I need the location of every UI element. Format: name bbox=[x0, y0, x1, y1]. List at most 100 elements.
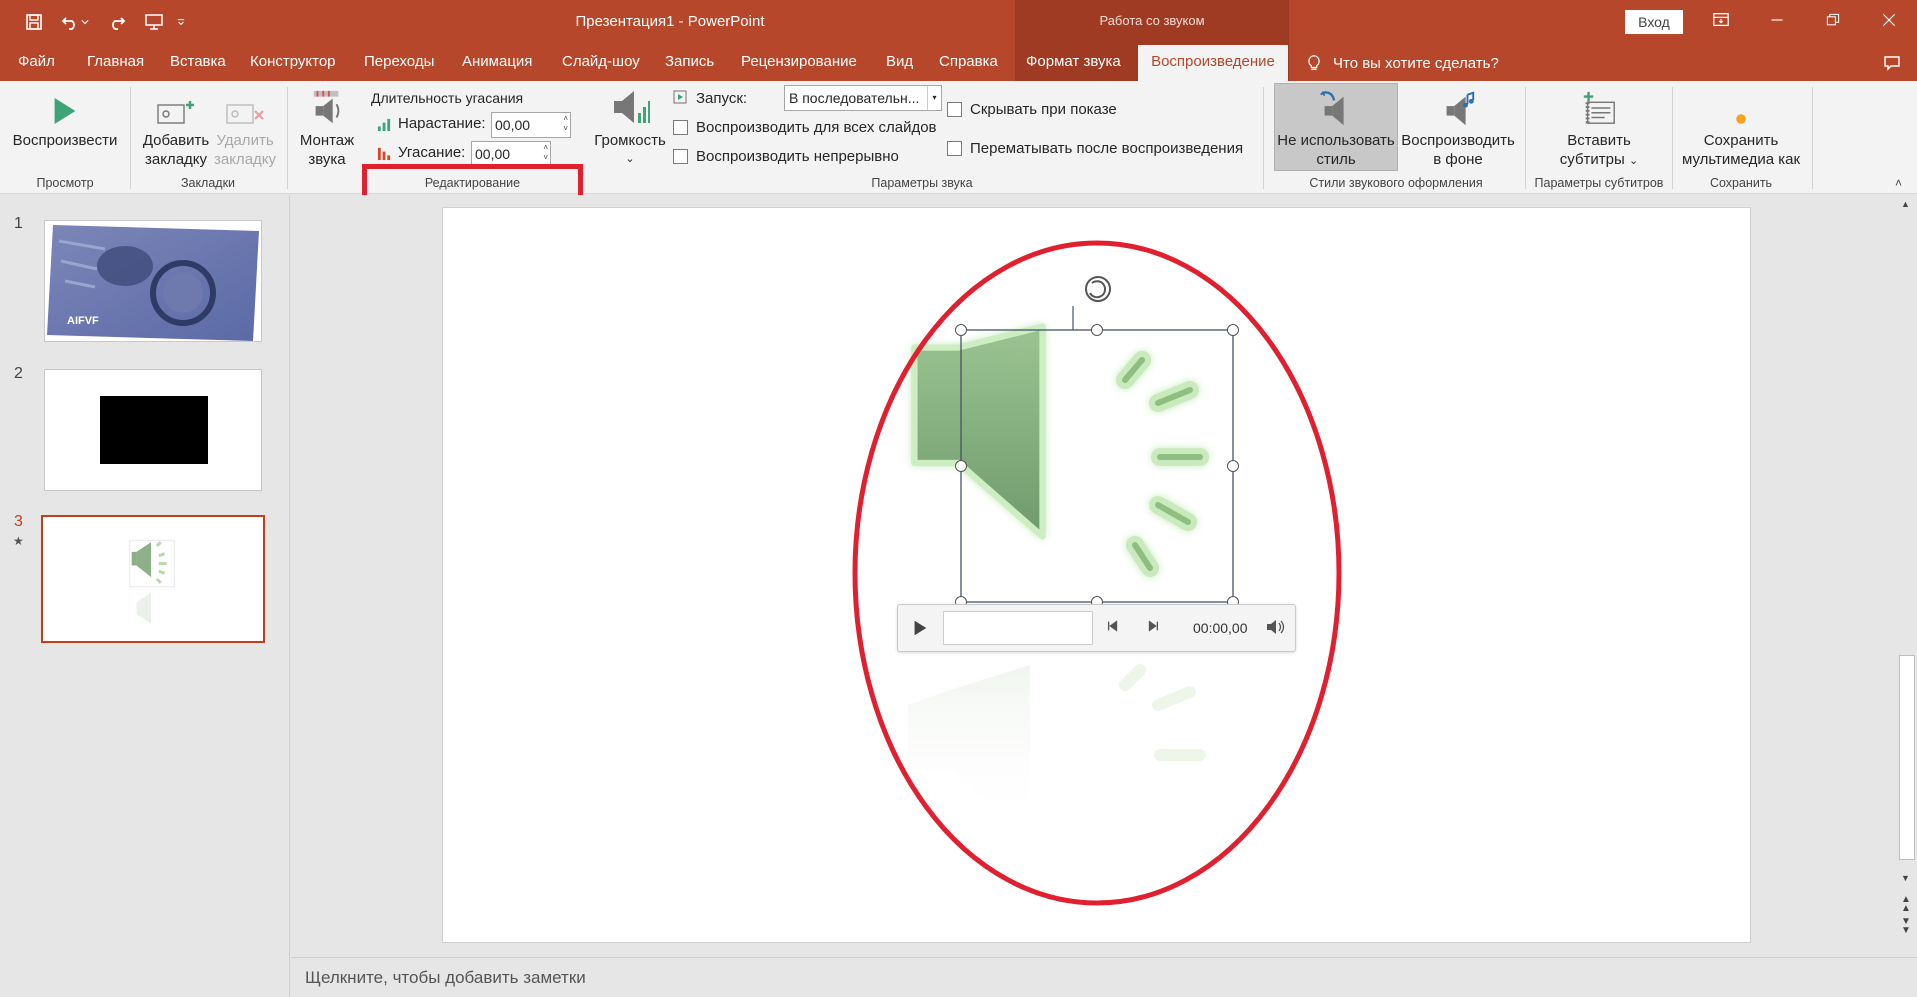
remove-bookmark-label-1: Удалить bbox=[216, 132, 274, 149]
no-style-label-1: Не использовать bbox=[1277, 132, 1395, 149]
tab-design[interactable]: Конструктор bbox=[250, 45, 336, 81]
play-in-background-label-2: в фоне bbox=[1433, 151, 1483, 168]
restore-icon[interactable] bbox=[1805, 0, 1861, 40]
play-button[interactable]: Воспроизвести bbox=[8, 85, 122, 150]
spinner-arrows-icon[interactable]: ˄ ˅ bbox=[563, 114, 568, 134]
checkbox-icon bbox=[673, 120, 688, 135]
tab-animations[interactable]: Анимация bbox=[462, 45, 532, 81]
dropdown-arrow-icon: ▾ bbox=[927, 86, 941, 110]
tab-record[interactable]: Запись bbox=[665, 45, 714, 81]
previous-slide-icon[interactable]: ▲ ▲ bbox=[1901, 895, 1911, 914]
insert-captions-button[interactable]: Вставить субтитры ⌄ bbox=[1532, 85, 1666, 171]
highlight-ellipse bbox=[852, 240, 1342, 906]
ribbon-tabs: Файл Главная Вставка Конструктор Переход… bbox=[0, 45, 1917, 81]
animation-star-icon: ★ bbox=[13, 534, 24, 548]
trim-audio-button[interactable]: Монтаж звука bbox=[293, 85, 361, 169]
loop-checkbox[interactable]: Воспроизводить непрерывно bbox=[673, 148, 899, 165]
divider bbox=[1525, 87, 1526, 189]
slide-number: 2 bbox=[14, 365, 23, 382]
next-slide-icon[interactable]: ▼ ▼ bbox=[1901, 917, 1911, 936]
no-style-icon bbox=[1320, 91, 1344, 126]
trim-audio-label-1: Монтаж bbox=[299, 132, 355, 149]
scroll-up-icon[interactable]: ▲ bbox=[1901, 199, 1910, 209]
group-bookmarks-label: Закладки bbox=[180, 176, 236, 190]
minimize-icon[interactable] bbox=[1749, 0, 1805, 40]
volume-label: Громкость bbox=[594, 132, 666, 149]
save-media-as-button[interactable]: Сохранить мультимедиа как bbox=[1676, 85, 1806, 169]
sign-in-button[interactable]: Вход bbox=[1625, 10, 1683, 34]
slide-3-audio-icon bbox=[129, 539, 175, 624]
play-in-background-button[interactable]: Воспроизводить в фоне bbox=[1398, 85, 1518, 169]
volume-button[interactable]: Громкость ⌄ bbox=[588, 85, 672, 169]
fade-in-spinner[interactable]: 00,00 ˄ ˅ bbox=[491, 112, 571, 138]
slide-thumbnail-1[interactable]: AIFVF bbox=[44, 220, 262, 342]
divider bbox=[1812, 87, 1813, 189]
close-icon[interactable] bbox=[1861, 0, 1917, 40]
redo-icon[interactable] bbox=[102, 7, 132, 37]
tell-me-label: Что вы хотите сделать? bbox=[1333, 54, 1499, 72]
ribbon-display-options-icon[interactable] bbox=[1693, 0, 1749, 40]
play-across-slides-label: Воспроизводить для всех слайдов bbox=[696, 119, 937, 136]
trim-audio-icon bbox=[313, 90, 340, 124]
divider bbox=[130, 87, 131, 189]
tab-help[interactable]: Справка bbox=[939, 45, 998, 81]
tab-audio-format[interactable]: Формат звука bbox=[1026, 45, 1121, 81]
remove-bookmark-button[interactable]: Удалить закладку bbox=[212, 85, 278, 169]
spinner-arrows-icon[interactable]: ˄ ˅ bbox=[543, 143, 548, 163]
hide-during-show-label: Скрывать при показе bbox=[970, 101, 1117, 118]
add-bookmark-icon bbox=[157, 101, 194, 124]
customize-toolbar-icon[interactable] bbox=[174, 7, 188, 37]
audio-tools-title: Работа со звуком bbox=[1099, 13, 1205, 28]
fade-duration-title: Длительность угасания bbox=[371, 90, 524, 106]
checkbox-icon bbox=[947, 141, 962, 156]
insert-captions-icon bbox=[1583, 91, 1615, 124]
start-label: Запуск: bbox=[696, 90, 748, 107]
powerpoint-window: Работа со звуком Презентация1 - PowerPoi… bbox=[0, 0, 1917, 997]
start-dropdown[interactable]: В последовательн... ▾ bbox=[784, 85, 942, 111]
comments-icon[interactable] bbox=[1877, 48, 1907, 78]
save-media-label-2: мультимедиа как bbox=[1681, 151, 1801, 168]
notes-pane[interactable]: Щелкните, чтобы добавить заметки bbox=[291, 957, 1917, 997]
ribbon-playback: Воспроизвести Просмотр Добавить закладку… bbox=[0, 81, 1917, 283]
checkbox-icon bbox=[947, 102, 962, 117]
rewind-after-checkbox[interactable]: Перематывать после воспроизведения bbox=[947, 140, 1243, 157]
notes-placeholder: Щелкните, чтобы добавить заметки bbox=[305, 968, 586, 987]
play-label: Воспроизвести bbox=[12, 132, 118, 149]
window-title: Презентация1 - PowerPoint bbox=[575, 13, 765, 30]
tab-view[interactable]: Вид bbox=[886, 45, 913, 81]
present-from-start-icon[interactable] bbox=[139, 7, 169, 37]
collapse-ribbon-icon[interactable]: ˄ bbox=[1895, 176, 1902, 190]
scroll-down-icon[interactable]: ▼ bbox=[1901, 873, 1910, 883]
lightbulb-icon bbox=[1308, 55, 1320, 70]
play-across-slides-checkbox[interactable]: Воспроизводить для всех слайдов bbox=[673, 119, 937, 136]
tab-transitions[interactable]: Переходы bbox=[364, 45, 434, 81]
tab-slideshow[interactable]: Слайд-шоу bbox=[562, 45, 640, 81]
undo-dropdown-icon[interactable] bbox=[78, 7, 92, 37]
start-dropdown-value: В последовательн... bbox=[789, 90, 920, 106]
remove-bookmark-label-2: закладку bbox=[213, 151, 277, 168]
slide-thumbnails-panel: 1 AIFVF 2 3 ★ bbox=[0, 195, 290, 997]
save-icon[interactable] bbox=[19, 7, 49, 37]
play-in-background-icon bbox=[1446, 91, 1475, 126]
chevron-down-icon: ⌄ bbox=[625, 153, 635, 165]
no-style-button[interactable]: Не использовать стиль bbox=[1274, 85, 1398, 169]
vertical-scrollbar[interactable]: ▲ ▼ ▲ ▲ ▼ ▼ bbox=[1897, 195, 1917, 957]
play-icon bbox=[54, 98, 76, 124]
slide-thumbnail-2[interactable] bbox=[44, 369, 262, 491]
tab-insert[interactable]: Вставка bbox=[170, 45, 226, 81]
slide-thumbnail-3[interactable] bbox=[41, 515, 265, 643]
chevron-down-icon: ⌄ bbox=[1628, 155, 1639, 167]
scroll-thumb[interactable] bbox=[1899, 655, 1915, 860]
fade-in-icon bbox=[377, 118, 391, 132]
no-style-label-2: стиль bbox=[1316, 151, 1356, 168]
hide-during-show-checkbox[interactable]: Скрывать при показе bbox=[947, 101, 1117, 118]
save-media-label-1: Сохранить bbox=[1703, 132, 1779, 149]
tell-me-search[interactable]: Что вы хотите сделать? bbox=[1305, 45, 1499, 81]
tab-home[interactable]: Главная bbox=[87, 45, 144, 81]
tab-review[interactable]: Рецензирование bbox=[741, 45, 857, 81]
add-bookmark-button[interactable]: Добавить закладку bbox=[138, 85, 214, 169]
tab-playback[interactable]: Воспроизведение bbox=[1138, 45, 1288, 81]
tab-file[interactable]: Файл bbox=[18, 45, 55, 81]
divider bbox=[1672, 87, 1673, 189]
group-audio-styles-label: Стили звукового оформления bbox=[1309, 176, 1483, 190]
